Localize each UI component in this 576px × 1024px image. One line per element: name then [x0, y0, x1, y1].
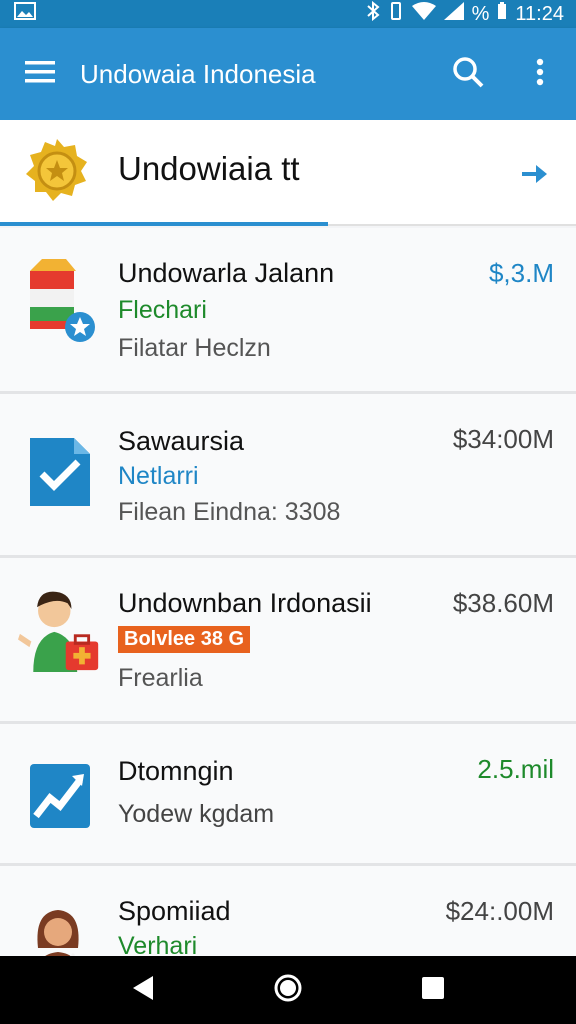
item-title: Spomiiad — [118, 896, 231, 926]
more-options-button[interactable] — [504, 28, 576, 120]
recents-button[interactable] — [403, 960, 463, 1020]
item-title: Undownban Irdonasii — [118, 588, 372, 618]
recents-square-icon — [421, 976, 445, 1005]
list-item[interactable]: Undownban Irdonasii Bolvlee 38 G Frearli… — [0, 558, 576, 724]
item-meta: Filean Eindna: 3308 — [118, 498, 341, 526]
tab-indicator — [0, 222, 328, 226]
menu-button[interactable] — [0, 28, 80, 120]
app-bar: Undowaia Indonesia — [0, 28, 576, 120]
battery-label: % — [471, 2, 490, 25]
item-meta: Frearlia — [118, 664, 203, 692]
indonesia-flag-icon — [18, 258, 102, 342]
search-icon — [452, 56, 484, 93]
status-bar: % 11:24 — [0, 0, 576, 28]
item-price: $24:.00M — [445, 896, 554, 926]
featured-header[interactable]: Undowiaia tt — [0, 120, 576, 226]
list-item[interactable]: Undowarla Jalann Flechari Filatar Heclzn… — [0, 228, 576, 394]
gallery-notification-icon — [14, 2, 36, 26]
item-tag: Bolvlee 38 G — [118, 626, 251, 653]
item-meta: Yodew kgdam — [118, 800, 275, 828]
system-nav-bar — [0, 956, 576, 1024]
back-triangle-icon — [131, 975, 155, 1006]
item-tag-label: Bolvlee 38 G — [118, 626, 251, 653]
app-title: Undowaia Indonesia — [80, 58, 316, 89]
list-item[interactable]: Dtomngin Yodew kgdam 2.5.mil — [0, 724, 576, 866]
menu-icon — [25, 60, 55, 88]
trend-chart-icon — [18, 754, 102, 838]
item-title: Dtomngin — [118, 756, 234, 786]
gold-badge-icon — [24, 138, 90, 204]
check-document-icon — [18, 430, 102, 514]
list-item[interactable]: Sawaursia Netlarri Filean Eindna: 3308 $… — [0, 394, 576, 558]
status-time: 11:24 — [515, 2, 564, 25]
item-price: $38.60M — [452, 588, 554, 618]
person-with-medkit-icon — [18, 588, 102, 672]
item-price: $34:00M — [452, 424, 554, 454]
home-button[interactable] — [258, 960, 318, 1020]
bluetooth-icon — [366, 0, 380, 27]
signal-icon — [443, 2, 464, 26]
battery-icon — [497, 2, 507, 26]
item-title: Undowarla Jalann — [118, 258, 335, 288]
item-meta: Filatar Heclzn — [118, 334, 271, 362]
search-button[interactable] — [432, 28, 504, 120]
more-vert-icon — [536, 58, 544, 91]
item-price: 2.5.mil — [477, 754, 554, 784]
wifi-icon — [411, 2, 436, 26]
vibrate-icon — [388, 1, 404, 27]
item-price: $,3.M — [488, 258, 554, 288]
home-circle-icon — [273, 973, 303, 1008]
header-label: Undowiaia tt — [118, 150, 300, 187]
item-title: Sawaursia — [118, 426, 245, 456]
item-subtitle: Flechari — [118, 296, 207, 324]
item-subtitle: Netlarri — [118, 462, 199, 490]
back-button[interactable] — [113, 960, 173, 1020]
arrow-right-icon[interactable] — [510, 150, 558, 198]
